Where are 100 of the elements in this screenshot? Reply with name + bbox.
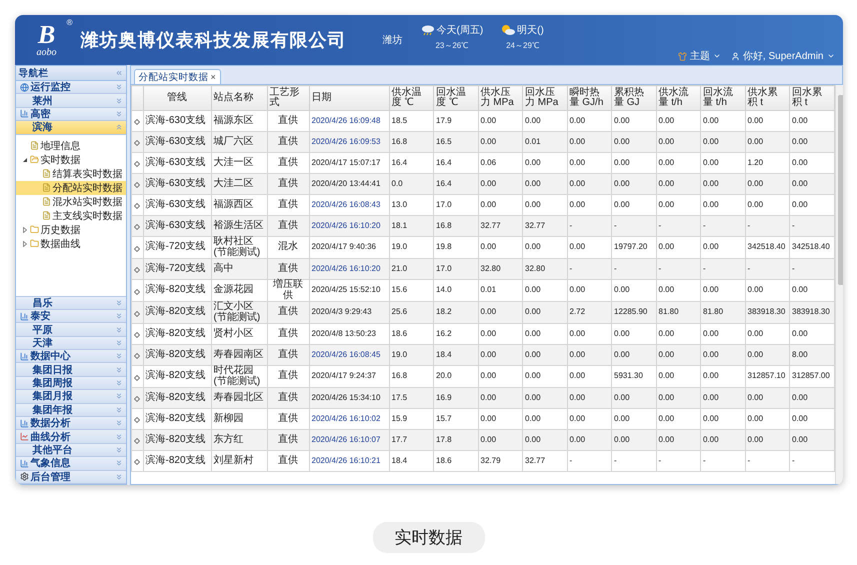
table-header-cell[interactable]: 回水压力 MPa (522, 86, 567, 110)
folder-icon (30, 155, 38, 164)
chevrons-down-icon[interactable] (114, 338, 122, 347)
accordion-header[interactable]: 气象信息 (16, 457, 126, 471)
tree-item[interactable]: 数据曲线 (16, 236, 126, 251)
chevrons-down-icon[interactable] (114, 326, 122, 334)
diamond-icon[interactable] (134, 246, 140, 252)
table-cell: - (700, 450, 745, 472)
document-icon (42, 169, 50, 178)
tree-item[interactable]: 地理信息 (16, 138, 126, 153)
collapsed-triangle-icon[interactable] (22, 226, 28, 233)
diamond-icon[interactable] (134, 203, 140, 209)
chevrons-down-icon[interactable] (114, 312, 122, 320)
tree-item[interactable]: 历史数据 (16, 222, 126, 237)
bar-chart-icon (20, 312, 28, 321)
tree-item[interactable]: 实时数据 (16, 152, 126, 167)
chevrons-down-icon[interactable] (114, 432, 122, 441)
table-header-cell[interactable]: 管线 (143, 86, 211, 110)
accordion-header[interactable]: 运行监控 (16, 81, 126, 94)
accordion-label: 集团周报 (32, 376, 72, 390)
accordion-header[interactable]: 数据分析 (16, 417, 126, 430)
diamond-icon[interactable] (134, 353, 140, 359)
table-header-cell[interactable]: 回水温度 ℃ (434, 86, 478, 110)
accordion-label: 气象信息 (30, 456, 70, 470)
table-cell: 32.77 (522, 450, 567, 472)
table-header-cell[interactable]: 供水温度 ℃ (389, 86, 434, 110)
diamond-icon[interactable] (134, 288, 140, 294)
theme-menu[interactable]: 主题 (678, 49, 721, 63)
accordion-label: 昌乐 (32, 296, 52, 310)
user-menu[interactable]: 你好, SuperAdmin (730, 49, 834, 63)
table-header-cell[interactable]: 供水累积 t (745, 86, 790, 110)
chevrons-up-icon[interactable] (114, 123, 122, 132)
table-header-cell[interactable]: 日期 (309, 86, 389, 110)
accordion-header[interactable]: 集团日报 (16, 363, 126, 377)
diamond-icon[interactable] (134, 182, 140, 188)
accordion-header[interactable]: 曲线分析 (16, 430, 126, 444)
folder-icon (30, 225, 38, 234)
accordion-header[interactable]: 泰安 (16, 310, 126, 324)
accordion-label: 泰安 (30, 309, 50, 324)
diamond-icon[interactable] (134, 140, 140, 146)
chevrons-down-icon[interactable] (114, 110, 122, 118)
table-header-cell[interactable]: 回水流量 t/h (700, 86, 745, 110)
table-header-cell[interactable]: 工艺形式 (267, 86, 309, 110)
table-header-cell[interactable]: 供水压力 MPa (478, 86, 522, 110)
accordion-header[interactable]: 其他平台 (16, 444, 126, 458)
diamond-icon[interactable] (134, 310, 140, 316)
date-link[interactable]: 2020/4/26 16:10:21 (309, 450, 389, 472)
chevrons-down-icon[interactable] (114, 83, 122, 92)
company-name: 潍坊奥博仪表科技发展有限公司 (80, 29, 346, 52)
table-header-cell[interactable]: 累积热量 GJ (612, 86, 656, 110)
chevrons-down-icon[interactable] (114, 96, 122, 105)
table-header-cell[interactable]: 瞬时热量 GJ/h (567, 86, 612, 110)
accordion-header[interactable]: 高密 (16, 108, 126, 122)
diamond-icon[interactable] (134, 374, 140, 380)
line-chart-icon (20, 432, 28, 442)
tree-item[interactable]: 分配站实时数据 (16, 180, 126, 195)
collapsed-triangle-icon[interactable] (22, 240, 28, 247)
table-header-cell[interactable]: 回水累积 t (790, 86, 834, 110)
chevrons-down-icon[interactable] (114, 379, 122, 388)
bar-chart-icon (20, 109, 28, 118)
table-cell: 32.79 (478, 450, 522, 472)
tree-item[interactable]: 主支线实时数据 (16, 208, 126, 223)
close-icon[interactable]: × (210, 72, 216, 82)
diamond-icon[interactable] (134, 459, 140, 465)
accordion-header[interactable]: 集团年报 (16, 404, 126, 418)
diamond-icon[interactable] (134, 332, 140, 338)
tree-item[interactable]: 混水站实时数据 (16, 194, 126, 209)
accordion-header[interactable]: 数据中心 (16, 350, 126, 364)
accordion-header[interactable]: 昌乐 (16, 296, 126, 310)
table-header-cell[interactable]: 站点名称 (211, 86, 267, 110)
accordion-header[interactable]: 莱州 (16, 94, 126, 108)
collapse-icon[interactable] (114, 69, 122, 77)
accordion-label: 集团年报 (32, 404, 72, 417)
chevrons-down-icon[interactable] (114, 472, 122, 481)
accordion-header[interactable]: 滨海 (16, 121, 126, 135)
diamond-icon[interactable] (134, 267, 140, 273)
diamond-icon[interactable] (134, 119, 140, 125)
accordion-label: 其他平台 (32, 444, 72, 458)
accordion-header[interactable]: 集团周报 (16, 376, 126, 390)
diamond-icon[interactable] (134, 161, 140, 167)
diamond-icon[interactable] (134, 396, 140, 402)
chevrons-down-icon[interactable] (114, 352, 122, 360)
chevrons-down-icon[interactable] (114, 406, 122, 414)
accordion-header[interactable]: 集团月报 (16, 390, 126, 404)
diamond-icon[interactable] (134, 417, 140, 423)
accordion-header[interactable]: 后台管理 (16, 470, 126, 484)
accordion-header[interactable]: 天津 (16, 336, 126, 350)
chevrons-down-icon[interactable] (114, 298, 122, 307)
tab[interactable]: 分配站实时数据 × (134, 69, 221, 84)
tree-item[interactable]: 结算表实时数据 (16, 166, 126, 181)
chevrons-down-icon[interactable] (114, 392, 122, 400)
expanded-triangle-icon[interactable] (22, 156, 28, 163)
diamond-icon[interactable] (134, 438, 140, 444)
accordion-header[interactable]: 平原 (16, 323, 126, 337)
table-header-cell[interactable]: 供水流量 t/h (656, 86, 700, 110)
chevrons-down-icon[interactable] (114, 446, 122, 454)
chevrons-down-icon[interactable] (114, 459, 122, 468)
chevrons-down-icon[interactable] (114, 366, 122, 374)
diamond-icon[interactable] (134, 224, 140, 230)
chevrons-down-icon[interactable] (114, 419, 122, 428)
